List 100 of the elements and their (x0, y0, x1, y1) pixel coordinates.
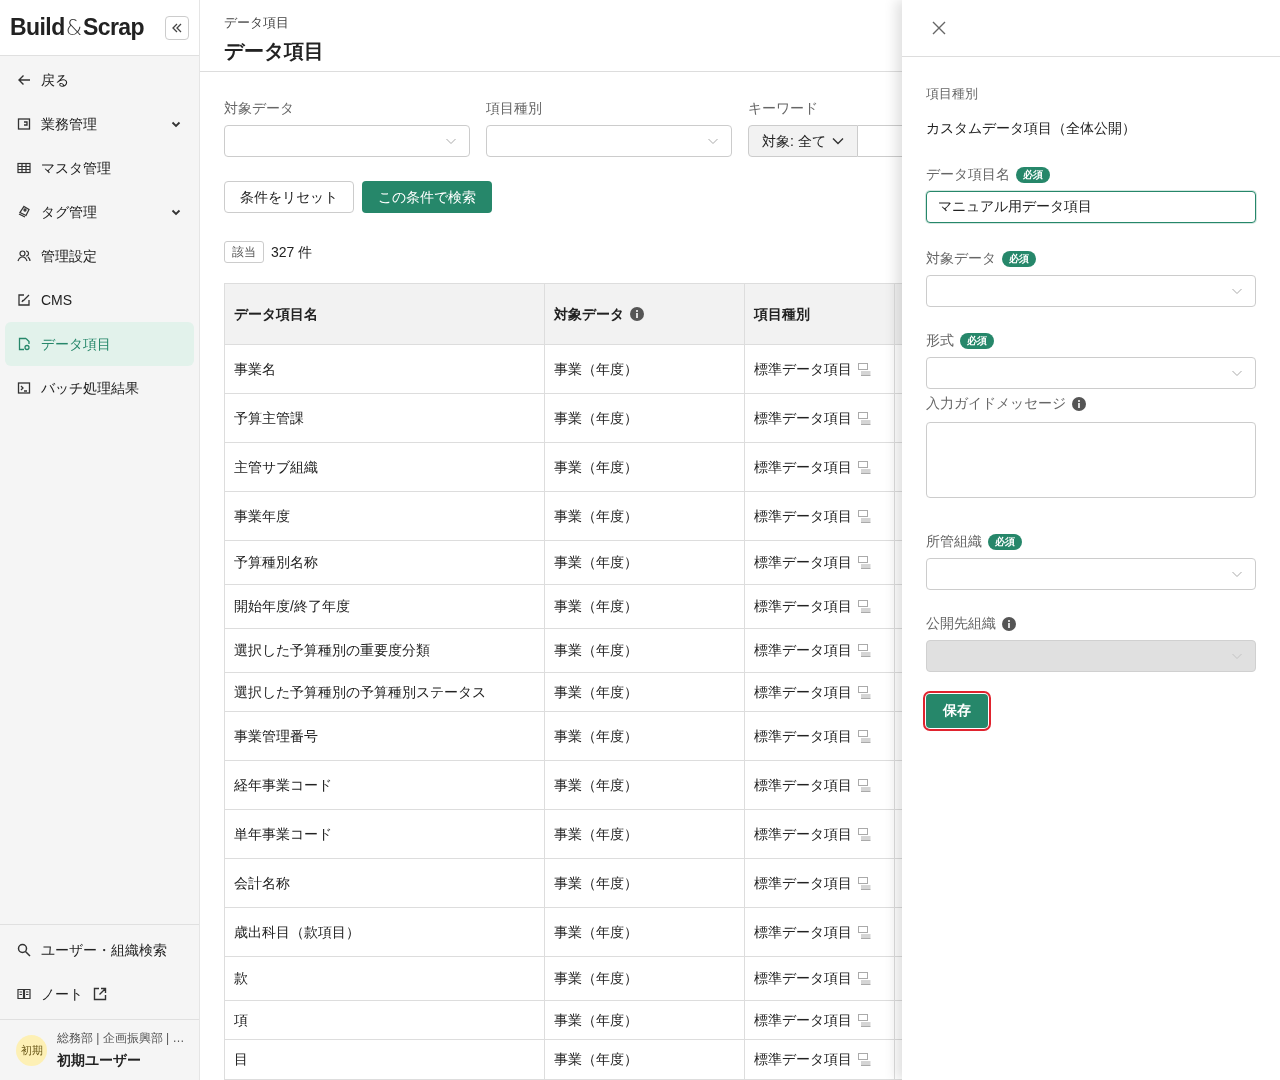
close-icon (931, 20, 947, 36)
table-icon (858, 827, 871, 841)
table-cell: 事業（年度） (554, 1011, 638, 1028)
user-name: 初期ユーザー (57, 1051, 142, 1070)
table-cell-text: 標準データ項目 (754, 553, 852, 572)
table-cell-text: 標準データ項目 (754, 457, 852, 477)
table-cell: 項 (234, 1011, 248, 1028)
table-cell: 事業（年度） (554, 598, 638, 614)
table-icon (858, 972, 871, 985)
table-cell: 事業管理番号 (234, 727, 318, 744)
required-badge: 必須 (1016, 166, 1050, 183)
field-label: 対象データ (926, 249, 996, 268)
filter-label: 項目種別 (486, 99, 543, 118)
sidebar-item[interactable]: マスタ管理 (5, 146, 194, 190)
select-field[interactable] (926, 557, 1256, 590)
table-cell-text: 標準データ項目 (754, 1050, 852, 1069)
close-button[interactable] (930, 19, 948, 37)
result-badge: 該当 (224, 241, 264, 263)
table-cell: 主管サブ組織 (234, 458, 318, 475)
sidebar-item[interactable]: バッチ処理結果 (5, 366, 194, 410)
terminal-icon (17, 381, 31, 395)
field-label: データ項目名 (926, 165, 1010, 184)
table-icon (858, 600, 871, 613)
table-icon (858, 729, 871, 743)
table-cell-text: 標準データ項目 (754, 682, 852, 702)
back-link[interactable]: 戻る (5, 58, 194, 102)
table-cell-text: 標準データ項目 (754, 824, 852, 844)
page-title: データ項目 (224, 38, 324, 64)
reset-button[interactable]: 条件をリセット (224, 181, 354, 213)
table-cell: 開始年度/終了年度 (234, 598, 350, 614)
field-label: 入力ガイドメッセージ (926, 394, 1066, 413)
table-icon (858, 1013, 871, 1027)
table-cell: 事業年度 (234, 507, 290, 524)
sidebar-link[interactable]: ノート (5, 972, 194, 1016)
select-field[interactable] (926, 274, 1256, 307)
column-header: 項目種別 (744, 283, 895, 345)
table-cell-text: 標準データ項目 (754, 641, 852, 660)
sidebar-item[interactable]: 管理設定 (5, 234, 194, 278)
table-icon (858, 362, 871, 376)
table-cell: 事業（年度） (554, 825, 638, 842)
info-icon (630, 307, 644, 321)
filter-label: 対象データ (224, 99, 295, 118)
table-cell-text: 標準データ項目 (754, 408, 852, 428)
table-icon (858, 460, 871, 474)
sidebar-item[interactable]: データ項目 (5, 322, 194, 366)
table-cell: 事業（年度） (554, 727, 638, 744)
table-cell: 会計名称 (234, 874, 290, 891)
table-cell: 事業（年度） (554, 507, 638, 524)
breadcrumb: データ項目 (224, 14, 289, 32)
text-field[interactable]: マニュアル用データ項目 (926, 190, 1256, 223)
user-avatar: 初期 (16, 1034, 47, 1066)
scope-dropdown[interactable]: 対象: 全て (748, 125, 858, 157)
table-icon (858, 925, 871, 939)
select-field[interactable] (224, 125, 470, 157)
table-cell: 単年事業コード (234, 825, 332, 842)
field-label: 項目種別 (926, 85, 979, 103)
sidebar-item[interactable]: 業務管理 (5, 102, 194, 146)
logo: Build&Scrap (10, 13, 145, 43)
collapse-button[interactable] (165, 15, 189, 40)
external-link-icon (93, 987, 107, 1001)
filter-label: キーワード (748, 99, 819, 118)
save-button[interactable]: 保存 (926, 693, 988, 728)
table-cell: 事業（年度） (554, 874, 638, 891)
table-icon (858, 644, 871, 657)
table-cell: 歳出科目（款項目） (234, 923, 360, 940)
sidebar-item[interactable]: タグ管理 (5, 190, 194, 234)
edit-icon (17, 293, 31, 307)
chevron-down-icon (831, 135, 844, 147)
table-icon (858, 778, 871, 792)
textarea-field[interactable] (926, 421, 1256, 498)
table-cell: 予算種別名称 (234, 554, 318, 570)
table-cell-text: 標準データ項目 (754, 969, 852, 988)
table-icon (858, 876, 871, 890)
book-icon (17, 987, 31, 1001)
people-icon (17, 249, 31, 263)
field-value: カスタムデータ項目（全体公開） (926, 118, 1137, 138)
table-cell: 事業（年度） (554, 409, 638, 426)
sidebar-link[interactable]: ユーザー・組織検索 (5, 928, 194, 972)
table-icon (858, 1053, 871, 1066)
column-header: 対象データ (544, 283, 745, 345)
table-cell: 事業（年度） (554, 776, 638, 793)
table-cell-text: 標準データ項目 (754, 506, 852, 526)
table-cell: 選択した予算種別の予算種別ステータス (234, 683, 486, 700)
required-badge: 必須 (1002, 250, 1036, 267)
table-cell: 事業（年度） (554, 642, 638, 658)
table-cell: 事業（年度） (554, 458, 638, 475)
table-cell-text: 標準データ項目 (754, 873, 852, 893)
table-cell: 目 (234, 1051, 248, 1067)
select-field[interactable] (926, 356, 1256, 389)
field-label: 形式 (926, 331, 954, 350)
select-field[interactable] (486, 125, 732, 157)
double-chevron-left-icon (171, 21, 183, 34)
table-icon (858, 685, 871, 699)
table-cell-text: 標準データ項目 (754, 922, 852, 942)
table-icon (858, 556, 871, 569)
search-button[interactable]: この条件で検索 (362, 181, 492, 213)
table-cell-text: 標準データ項目 (754, 775, 852, 795)
document-icon (17, 337, 31, 351)
table-cell: 事業名 (234, 360, 276, 377)
sidebar-item[interactable]: CMS (5, 278, 194, 322)
